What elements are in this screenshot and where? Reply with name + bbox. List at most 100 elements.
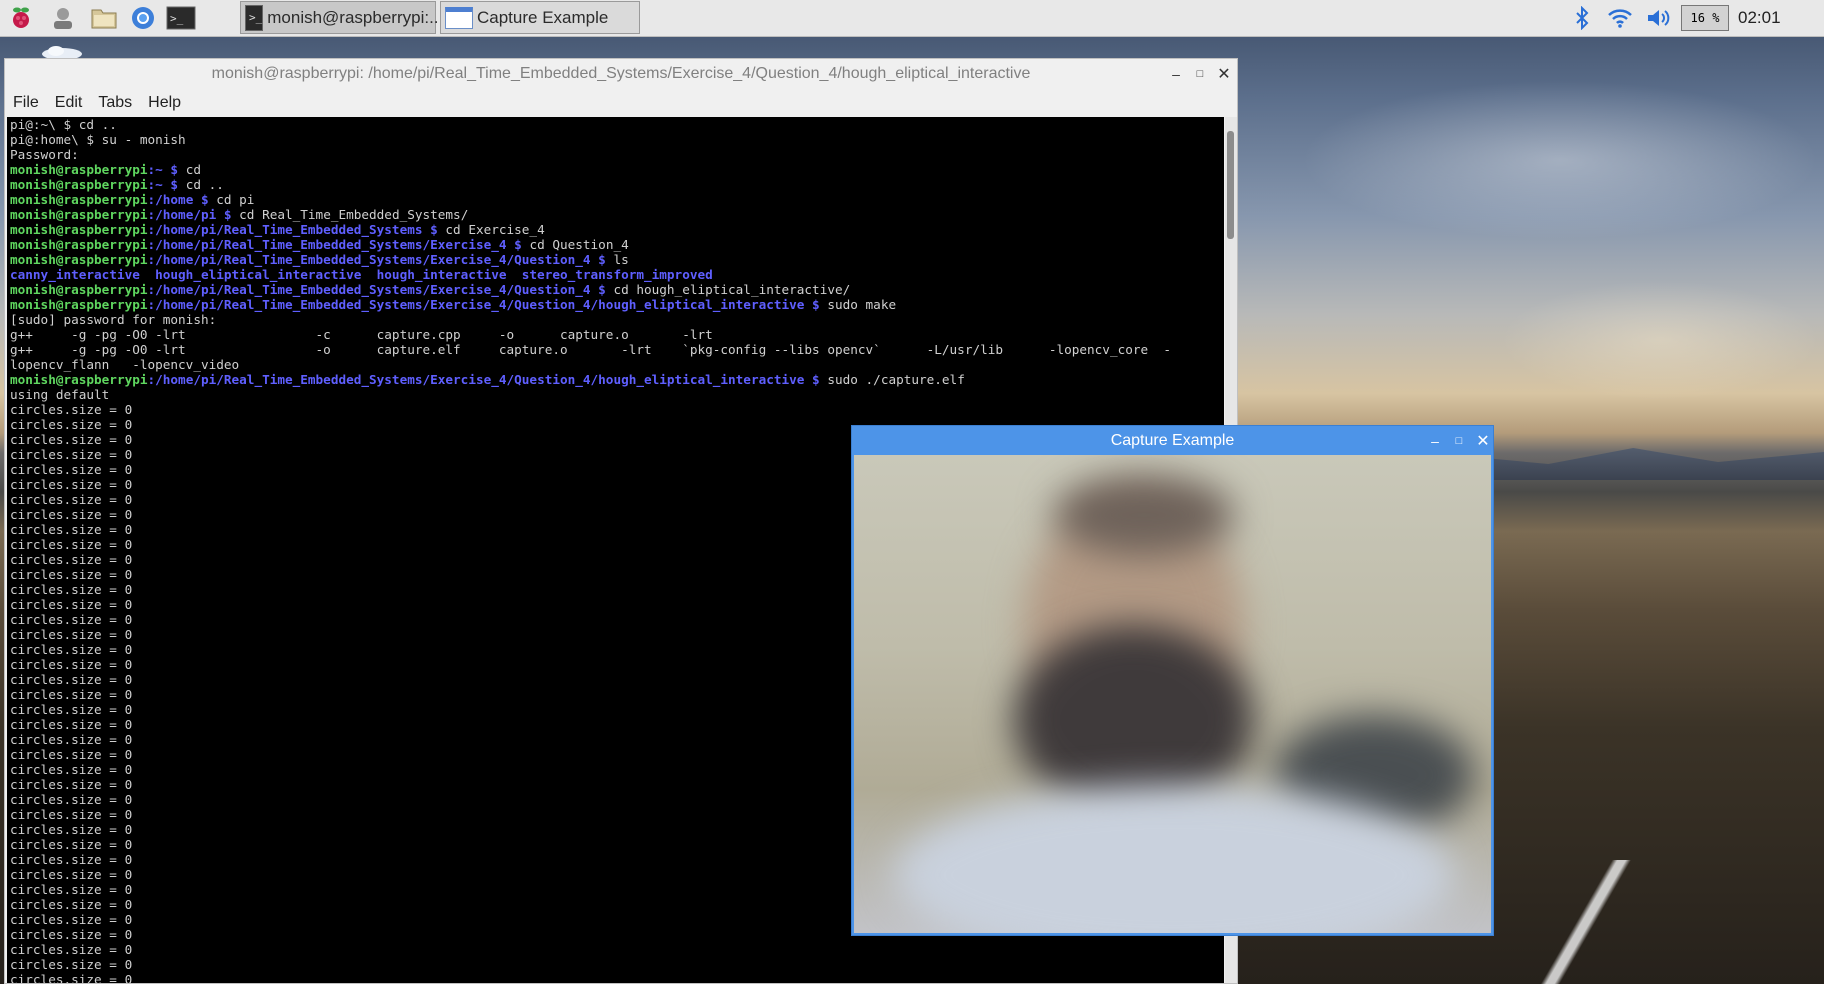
taskbar-task-capture[interactable]: Capture Example bbox=[440, 1, 640, 34]
terminal-line: canny_interactive hough_eliptical_intera… bbox=[10, 267, 1224, 282]
terminal-text: circles.size = 0 bbox=[10, 897, 133, 912]
capture-window: Capture Example – □ ✕ bbox=[851, 425, 1494, 936]
menu-file[interactable]: File bbox=[5, 94, 47, 112]
terminal-text: circles.size = 0 bbox=[10, 522, 133, 537]
terminal-text: using default bbox=[10, 387, 110, 402]
prompt-path: :/home/pi/Real_Time_Embedded_Systems $ bbox=[147, 222, 446, 237]
prompt-user: monish@raspberrypi bbox=[10, 177, 148, 192]
prompt-user: monish@raspberrypi bbox=[10, 162, 148, 177]
terminal-text: cd Real_Time_Embedded_Systems/ bbox=[239, 207, 469, 222]
terminal-text: circles.size = 0 bbox=[10, 687, 133, 702]
terminal-text: circles.size = 0 bbox=[10, 627, 133, 642]
terminal-text: circles.size = 0 bbox=[10, 702, 133, 717]
terminal-text: circles.size = 0 bbox=[10, 957, 133, 972]
terminal-line: monish@raspberrypi:~ $ cd .. bbox=[10, 177, 1224, 192]
prompt-path: :/home/pi/Real_Time_Embedded_Systems/Exe… bbox=[147, 372, 828, 387]
cpu-usage-meter[interactable]: 16 % bbox=[1681, 5, 1729, 31]
terminal-line: monish@raspberrypi:/home/pi/Real_Time_Em… bbox=[10, 222, 1224, 237]
terminal-text: circles.size = 0 bbox=[10, 447, 133, 462]
terminal-line: circles.size = 0 bbox=[10, 942, 1224, 957]
terminal-text: circles.size = 0 bbox=[10, 837, 133, 852]
terminal-text: circles.size = 0 bbox=[10, 477, 133, 492]
terminal-icon: >_ bbox=[245, 4, 264, 31]
minimize-icon[interactable]: – bbox=[1165, 59, 1187, 89]
terminal-text: circles.size = 0 bbox=[10, 657, 133, 672]
terminal-text: pi@:~\ $ cd .. bbox=[10, 117, 117, 132]
terminal-text: pi@:home\ $ su - monish bbox=[10, 132, 186, 147]
terminal-text: circles.size = 0 bbox=[10, 402, 133, 417]
terminal-line: g++ -g -pg -O0 -lrt -c capture.cpp -o ca… bbox=[10, 327, 1224, 342]
terminal-text: lopencv_flann -lopencv_video bbox=[10, 357, 240, 372]
hair-blur bbox=[1054, 475, 1234, 555]
menu-help[interactable]: Help bbox=[140, 94, 189, 112]
terminal-text: circles.size = 0 bbox=[10, 642, 133, 657]
terminal-line: circles.size = 0 bbox=[10, 972, 1224, 983]
capture-titlebar[interactable]: Capture Example bbox=[852, 426, 1493, 455]
terminal-text: circles.size = 0 bbox=[10, 732, 133, 747]
terminal-line: monish@raspberrypi:/home/pi/Real_Time_Em… bbox=[10, 282, 1224, 297]
terminal-line: lopencv_flann -lopencv_video bbox=[10, 357, 1224, 372]
terminal-line: monish@raspberrypi:/home/pi/Real_Time_Em… bbox=[10, 372, 1224, 387]
terminal-line: Password: bbox=[10, 147, 1224, 162]
terminal-line: circles.size = 0 bbox=[10, 402, 1224, 417]
directory-listing: canny_interactive hough_eliptical_intera… bbox=[10, 267, 713, 282]
terminal-text: [sudo] password for monish: bbox=[10, 312, 217, 327]
terminal-text: cd pi bbox=[216, 192, 255, 207]
terminal-text: circles.size = 0 bbox=[10, 942, 133, 957]
wifi-icon[interactable] bbox=[1606, 6, 1634, 30]
prompt-path: :~ $ bbox=[147, 162, 186, 177]
close-icon[interactable]: ✕ bbox=[1472, 426, 1494, 455]
bluetooth-icon[interactable] bbox=[1572, 6, 1592, 30]
volume-icon[interactable] bbox=[1644, 6, 1672, 30]
menu-tabs[interactable]: Tabs bbox=[90, 94, 140, 112]
maximize-icon[interactable]: □ bbox=[1448, 426, 1470, 455]
prompt-user: monish@raspberrypi bbox=[10, 237, 148, 252]
terminal-text: circles.size = 0 bbox=[10, 822, 133, 837]
terminal-text: Password: bbox=[10, 147, 79, 162]
clock[interactable]: 02:01 bbox=[1738, 8, 1781, 28]
terminal-text: circles.size = 0 bbox=[10, 882, 133, 897]
terminal-text: circles.size = 0 bbox=[10, 747, 133, 762]
terminal-line: monish@raspberrypi:/home $ cd pi bbox=[10, 192, 1224, 207]
top-panel: >_ >_ monish@raspberrypi:... Capture Exa… bbox=[0, 0, 1824, 37]
terminal-launcher-icon[interactable]: >_ bbox=[166, 3, 196, 33]
terminal-text: sudo make bbox=[827, 297, 897, 312]
window-title: Capture Example bbox=[1110, 431, 1235, 449]
file-manager-icon[interactable] bbox=[89, 3, 119, 33]
terminal-line: monish@raspberrypi:/home/pi/Real_Time_Em… bbox=[10, 297, 1224, 312]
terminal-text: circles.size = 0 bbox=[10, 417, 133, 432]
maximize-icon[interactable]: □ bbox=[1189, 59, 1211, 89]
terminal-text: circles.size = 0 bbox=[10, 597, 133, 612]
terminal-menubar: File Edit Tabs Help bbox=[5, 90, 1237, 116]
terminal-text: circles.size = 0 bbox=[10, 852, 133, 867]
terminal-text: cd hough_eliptical_interactive/ bbox=[613, 282, 851, 297]
minimize-icon[interactable]: – bbox=[1424, 426, 1446, 455]
prompt-user: monish@raspberrypi bbox=[10, 207, 148, 222]
window-icon bbox=[445, 6, 473, 29]
taskbar-task-terminal[interactable]: >_ monish@raspberrypi:... bbox=[240, 1, 443, 34]
browser-icon[interactable] bbox=[128, 3, 158, 33]
task-label: monish@raspberrypi:... bbox=[267, 7, 444, 27]
raspberry-menu-icon[interactable] bbox=[6, 3, 36, 33]
terminal-text: circles.size = 0 bbox=[10, 927, 133, 942]
terminal-text: circles.size = 0 bbox=[10, 537, 133, 552]
prompt-path: :/home/pi/Real_Time_Embedded_Systems/Exe… bbox=[147, 237, 530, 252]
menu-edit[interactable]: Edit bbox=[47, 94, 91, 112]
prompt-user: monish@raspberrypi bbox=[10, 297, 148, 312]
terminal-line: pi@:home\ $ su - monish bbox=[10, 132, 1224, 147]
terminal-titlebar[interactable]: monish@raspberrypi: /home/pi/Real_Time_E… bbox=[5, 59, 1237, 89]
camera-frame bbox=[854, 455, 1491, 933]
terminal-text: cd Exercise_4 bbox=[445, 222, 545, 237]
prompt-path: :/home/pi/Real_Time_Embedded_Systems/Exe… bbox=[147, 252, 614, 267]
terminal-text: g++ -g -pg -O0 -lrt -o capture.elf captu… bbox=[10, 342, 1172, 357]
terminal-text: circles.size = 0 bbox=[10, 432, 133, 447]
close-icon[interactable]: ✕ bbox=[1213, 59, 1235, 89]
prompt-user: monish@raspberrypi bbox=[10, 282, 148, 297]
scrollbar-thumb[interactable] bbox=[1227, 131, 1234, 239]
terminal-text: cd Question_4 bbox=[529, 237, 629, 252]
terminal-text: circles.size = 0 bbox=[10, 492, 133, 507]
terminal-text: circles.size = 0 bbox=[10, 552, 133, 567]
terminal-line: g++ -g -pg -O0 -lrt -o capture.elf captu… bbox=[10, 342, 1224, 357]
user-icon[interactable] bbox=[48, 3, 78, 33]
terminal-line: monish@raspberrypi:/home/pi/Real_Time_Em… bbox=[10, 237, 1224, 252]
